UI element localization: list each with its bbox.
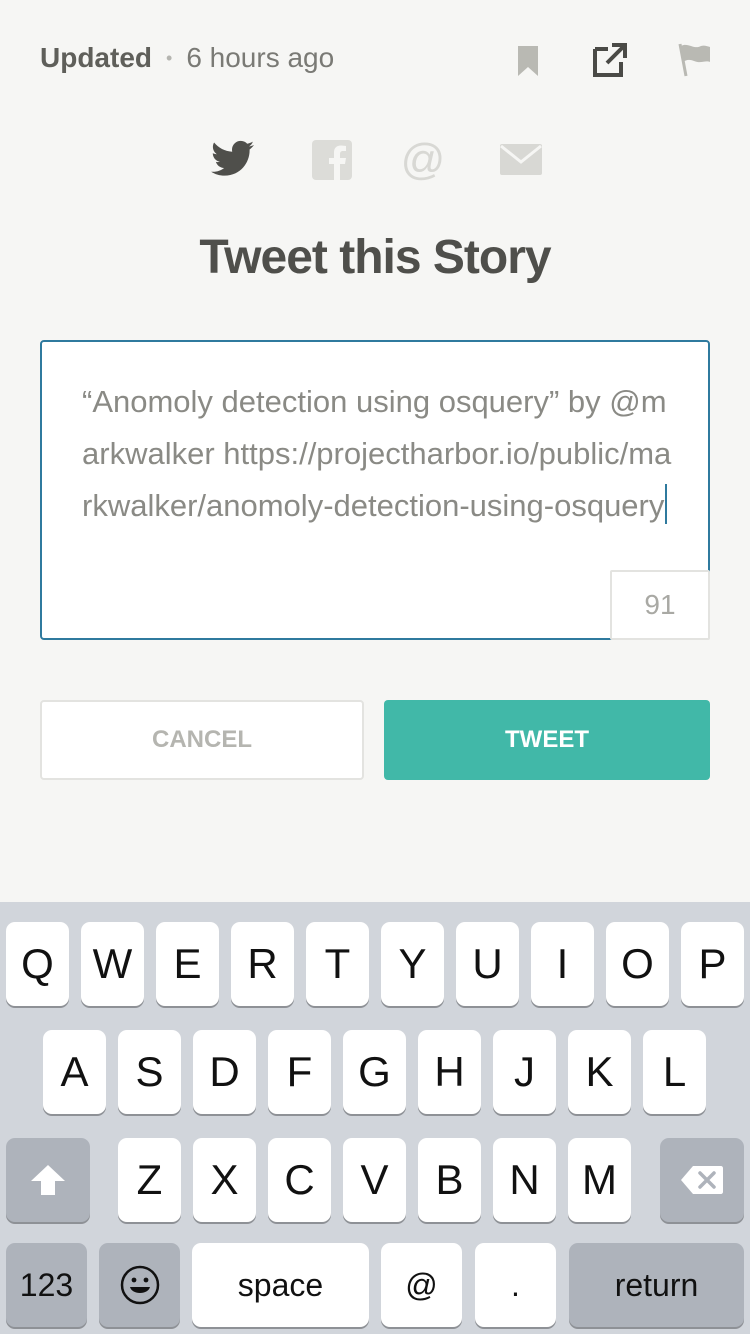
- twitter-icon[interactable]: [208, 134, 258, 184]
- return-key[interactable]: return: [569, 1243, 744, 1327]
- key-d[interactable]: D: [193, 1030, 256, 1114]
- page-title: Tweet this Story: [199, 231, 551, 284]
- key-x[interactable]: X: [193, 1138, 256, 1222]
- shift-icon: [31, 1165, 65, 1195]
- backspace-icon: [681, 1166, 723, 1194]
- separator-dot: •: [166, 47, 173, 68]
- external-link-icon[interactable]: [590, 40, 630, 80]
- key-l[interactable]: L: [643, 1030, 706, 1114]
- emoji-key[interactable]: [99, 1243, 180, 1327]
- key-p[interactable]: P: [681, 922, 744, 1006]
- key-e[interactable]: E: [156, 922, 219, 1006]
- key-i[interactable]: I: [531, 922, 594, 1006]
- numbers-key[interactable]: 123: [6, 1243, 87, 1327]
- key-s[interactable]: S: [118, 1030, 181, 1114]
- key-a[interactable]: A: [43, 1030, 106, 1114]
- key-b[interactable]: B: [418, 1138, 481, 1222]
- bookmark-icon[interactable]: [508, 40, 548, 80]
- onscreen-keyboard: Q W E R T Y U I O P A S D F G H J K L Z …: [0, 902, 750, 1334]
- period-key[interactable]: .: [475, 1243, 556, 1327]
- key-m[interactable]: M: [568, 1138, 631, 1222]
- key-k[interactable]: K: [568, 1030, 631, 1114]
- tweet-text[interactable]: “Anomoly detection using osquery” by @ma…: [82, 376, 672, 532]
- character-counter: 91: [610, 570, 710, 640]
- emoji-icon: [120, 1265, 159, 1305]
- space-key[interactable]: space: [192, 1243, 369, 1327]
- key-z[interactable]: Z: [118, 1138, 181, 1222]
- updated-label: Updated: [40, 42, 152, 73]
- at-key[interactable]: @: [381, 1243, 462, 1327]
- updated-time: 6 hours ago: [186, 42, 335, 73]
- key-n[interactable]: N: [493, 1138, 556, 1222]
- key-v[interactable]: V: [343, 1138, 406, 1222]
- tweet-text-content: “Anomoly detection using osquery” by @ma…: [82, 384, 672, 523]
- key-r[interactable]: R: [231, 922, 294, 1006]
- key-f[interactable]: F: [268, 1030, 331, 1114]
- tweet-button[interactable]: TWEET: [384, 700, 710, 780]
- key-w[interactable]: W: [81, 922, 144, 1006]
- key-h[interactable]: H: [418, 1030, 481, 1114]
- tweet-textarea[interactable]: “Anomoly detection using osquery” by @ma…: [40, 340, 710, 640]
- key-t[interactable]: T: [306, 922, 369, 1006]
- svg-text:@: @: [401, 135, 446, 184]
- flag-icon[interactable]: [672, 40, 712, 80]
- key-o[interactable]: O: [606, 922, 669, 1006]
- at-mention-icon[interactable]: @: [398, 134, 448, 184]
- key-y[interactable]: Y: [381, 922, 444, 1006]
- key-g[interactable]: G: [343, 1030, 406, 1114]
- key-c[interactable]: C: [268, 1138, 331, 1222]
- cancel-button[interactable]: CANCEL: [40, 700, 364, 780]
- key-q[interactable]: Q: [6, 922, 69, 1006]
- facebook-icon[interactable]: [308, 134, 358, 184]
- shift-key[interactable]: [6, 1138, 90, 1222]
- delete-key[interactable]: [660, 1138, 744, 1222]
- story-header: Updated • 6 hours ago: [0, 0, 750, 120]
- key-u[interactable]: U: [456, 922, 519, 1006]
- updated-status: Updated • 6 hours ago: [40, 42, 334, 74]
- email-icon[interactable]: [496, 134, 546, 184]
- text-caret: [665, 484, 668, 524]
- share-options: @: [0, 134, 750, 190]
- key-j[interactable]: J: [493, 1030, 556, 1114]
